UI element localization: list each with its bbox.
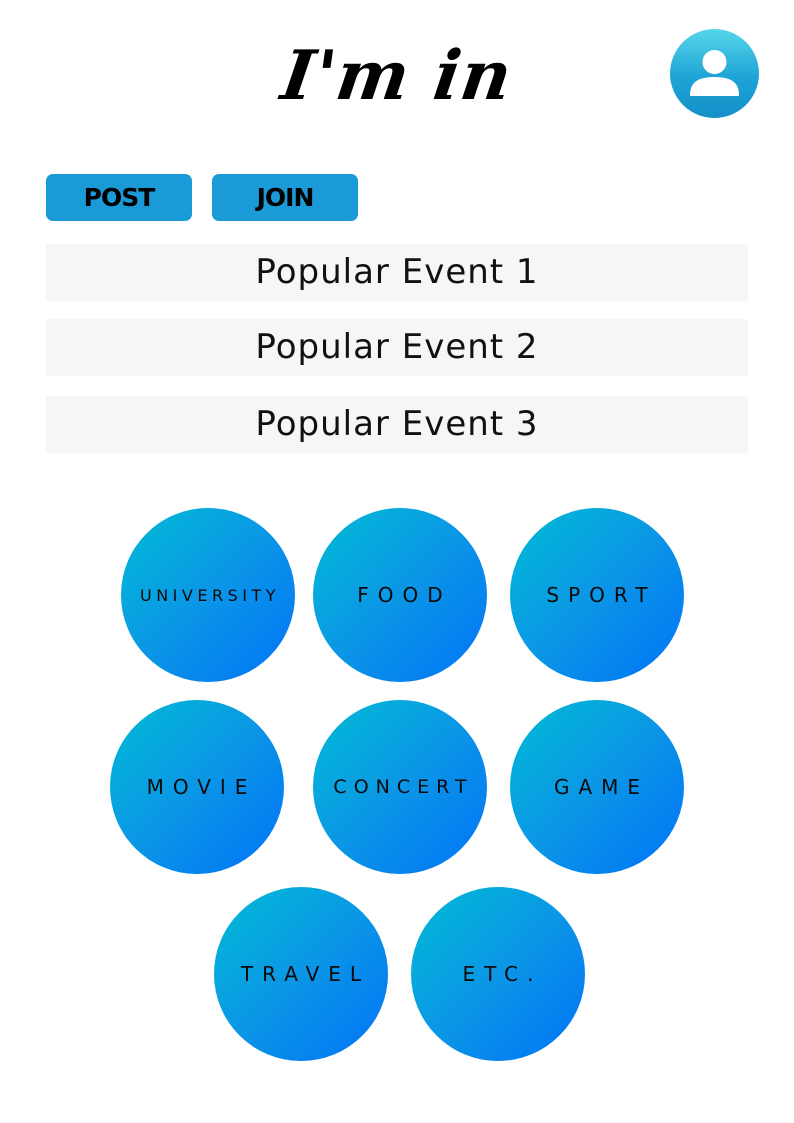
category-label: ETC. [462, 962, 543, 986]
category-label: FOOD [357, 583, 452, 607]
popular-event-item[interactable]: Popular Event 3 [46, 396, 748, 453]
popular-event-item[interactable]: Popular Event 1 [46, 244, 748, 301]
category-concert-button[interactable]: CONCERT [313, 700, 487, 874]
category-etc-button[interactable]: ETC. [411, 887, 585, 1061]
category-sport-button[interactable]: SPORT [510, 508, 684, 682]
category-game-button[interactable]: GAME [510, 700, 684, 874]
app-logo: I'm in [276, 36, 518, 116]
category-label: GAME [553, 775, 650, 799]
category-label: TRAVEL [240, 962, 371, 986]
category-label: CONCERT [333, 776, 474, 798]
profile-button[interactable] [670, 29, 759, 118]
user-icon [690, 50, 739, 96]
category-movie-button[interactable]: MOVIE [110, 700, 284, 874]
join-button[interactable]: JOIN [212, 174, 358, 221]
category-food-button[interactable]: FOOD [313, 508, 487, 682]
category-label: MOVIE [146, 775, 257, 799]
category-university-button[interactable]: UNIVERSITY [121, 508, 295, 682]
category-travel-button[interactable]: TRAVEL [214, 887, 388, 1061]
category-label: UNIVERSITY [140, 585, 280, 605]
category-label: SPORT [546, 583, 657, 607]
popular-event-item[interactable]: Popular Event 2 [46, 319, 748, 376]
post-button[interactable]: POST [46, 174, 192, 221]
